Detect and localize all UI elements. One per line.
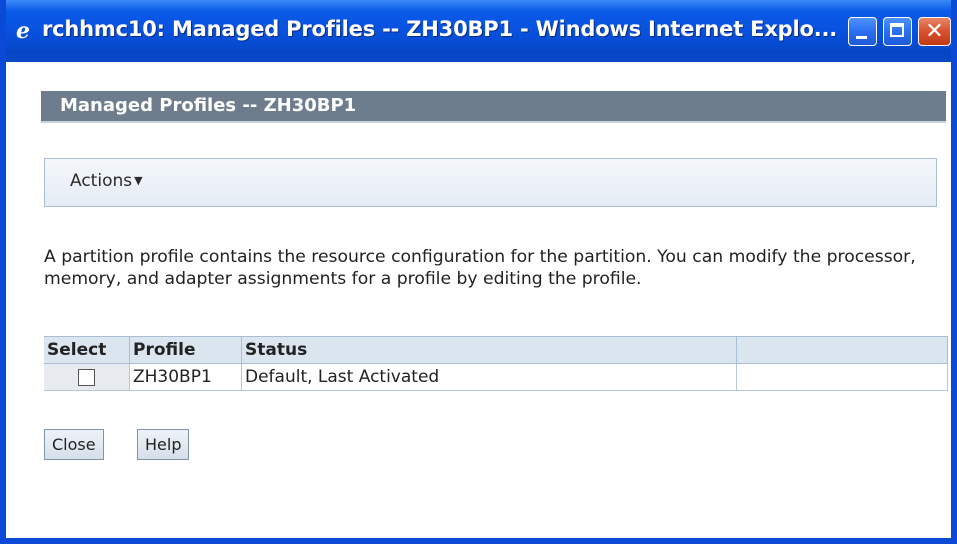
empty-cell <box>736 363 948 391</box>
close-window-button[interactable]: ✕ <box>918 17 951 46</box>
actions-menu-button[interactable]: Actions ▼ <box>70 171 143 191</box>
status-cell: Default, Last Activated <box>241 363 737 391</box>
minimize-button[interactable] <box>848 17 877 46</box>
maximize-button[interactable] <box>883 17 912 46</box>
select-cell <box>44 363 130 391</box>
chevron-down-icon: ▼ <box>134 174 143 187</box>
close-icon: ✕ <box>925 19 944 44</box>
table-row: ZH30BP1 Default, Last Activated <box>44 363 948 391</box>
profile-cell: ZH30BP1 <box>129 363 242 391</box>
profiles-table: Select Profile Status ZH30BP1 Default, L… <box>44 336 948 391</box>
table-header-row: Select Profile Status <box>44 336 948 364</box>
window-title: rchhmc10: Managed Profiles -- ZH30BP1 - … <box>42 17 838 41</box>
column-header-empty <box>736 336 948 364</box>
actions-toolbar: Actions ▼ <box>44 158 937 207</box>
help-button[interactable]: Help <box>137 429 190 460</box>
description-text: A partition profile contains the resourc… <box>44 247 916 289</box>
column-header-select[interactable]: Select <box>44 336 130 364</box>
maximize-icon <box>890 23 904 37</box>
internet-explorer-icon: e <box>16 18 30 44</box>
close-button[interactable]: Close <box>44 429 104 460</box>
title-bar[interactable]: e rchhmc10: Managed Profiles -- ZH30BP1 … <box>6 0 951 62</box>
column-header-profile[interactable]: Profile <box>129 336 242 364</box>
actions-label: Actions <box>70 171 133 191</box>
select-checkbox[interactable] <box>78 368 95 386</box>
page-title: Managed Profiles -- ZH30BP1 <box>41 91 946 123</box>
minimize-icon <box>856 36 867 39</box>
browser-window: e rchhmc10: Managed Profiles -- ZH30BP1 … <box>0 0 957 544</box>
column-header-status[interactable]: Status <box>241 336 737 364</box>
